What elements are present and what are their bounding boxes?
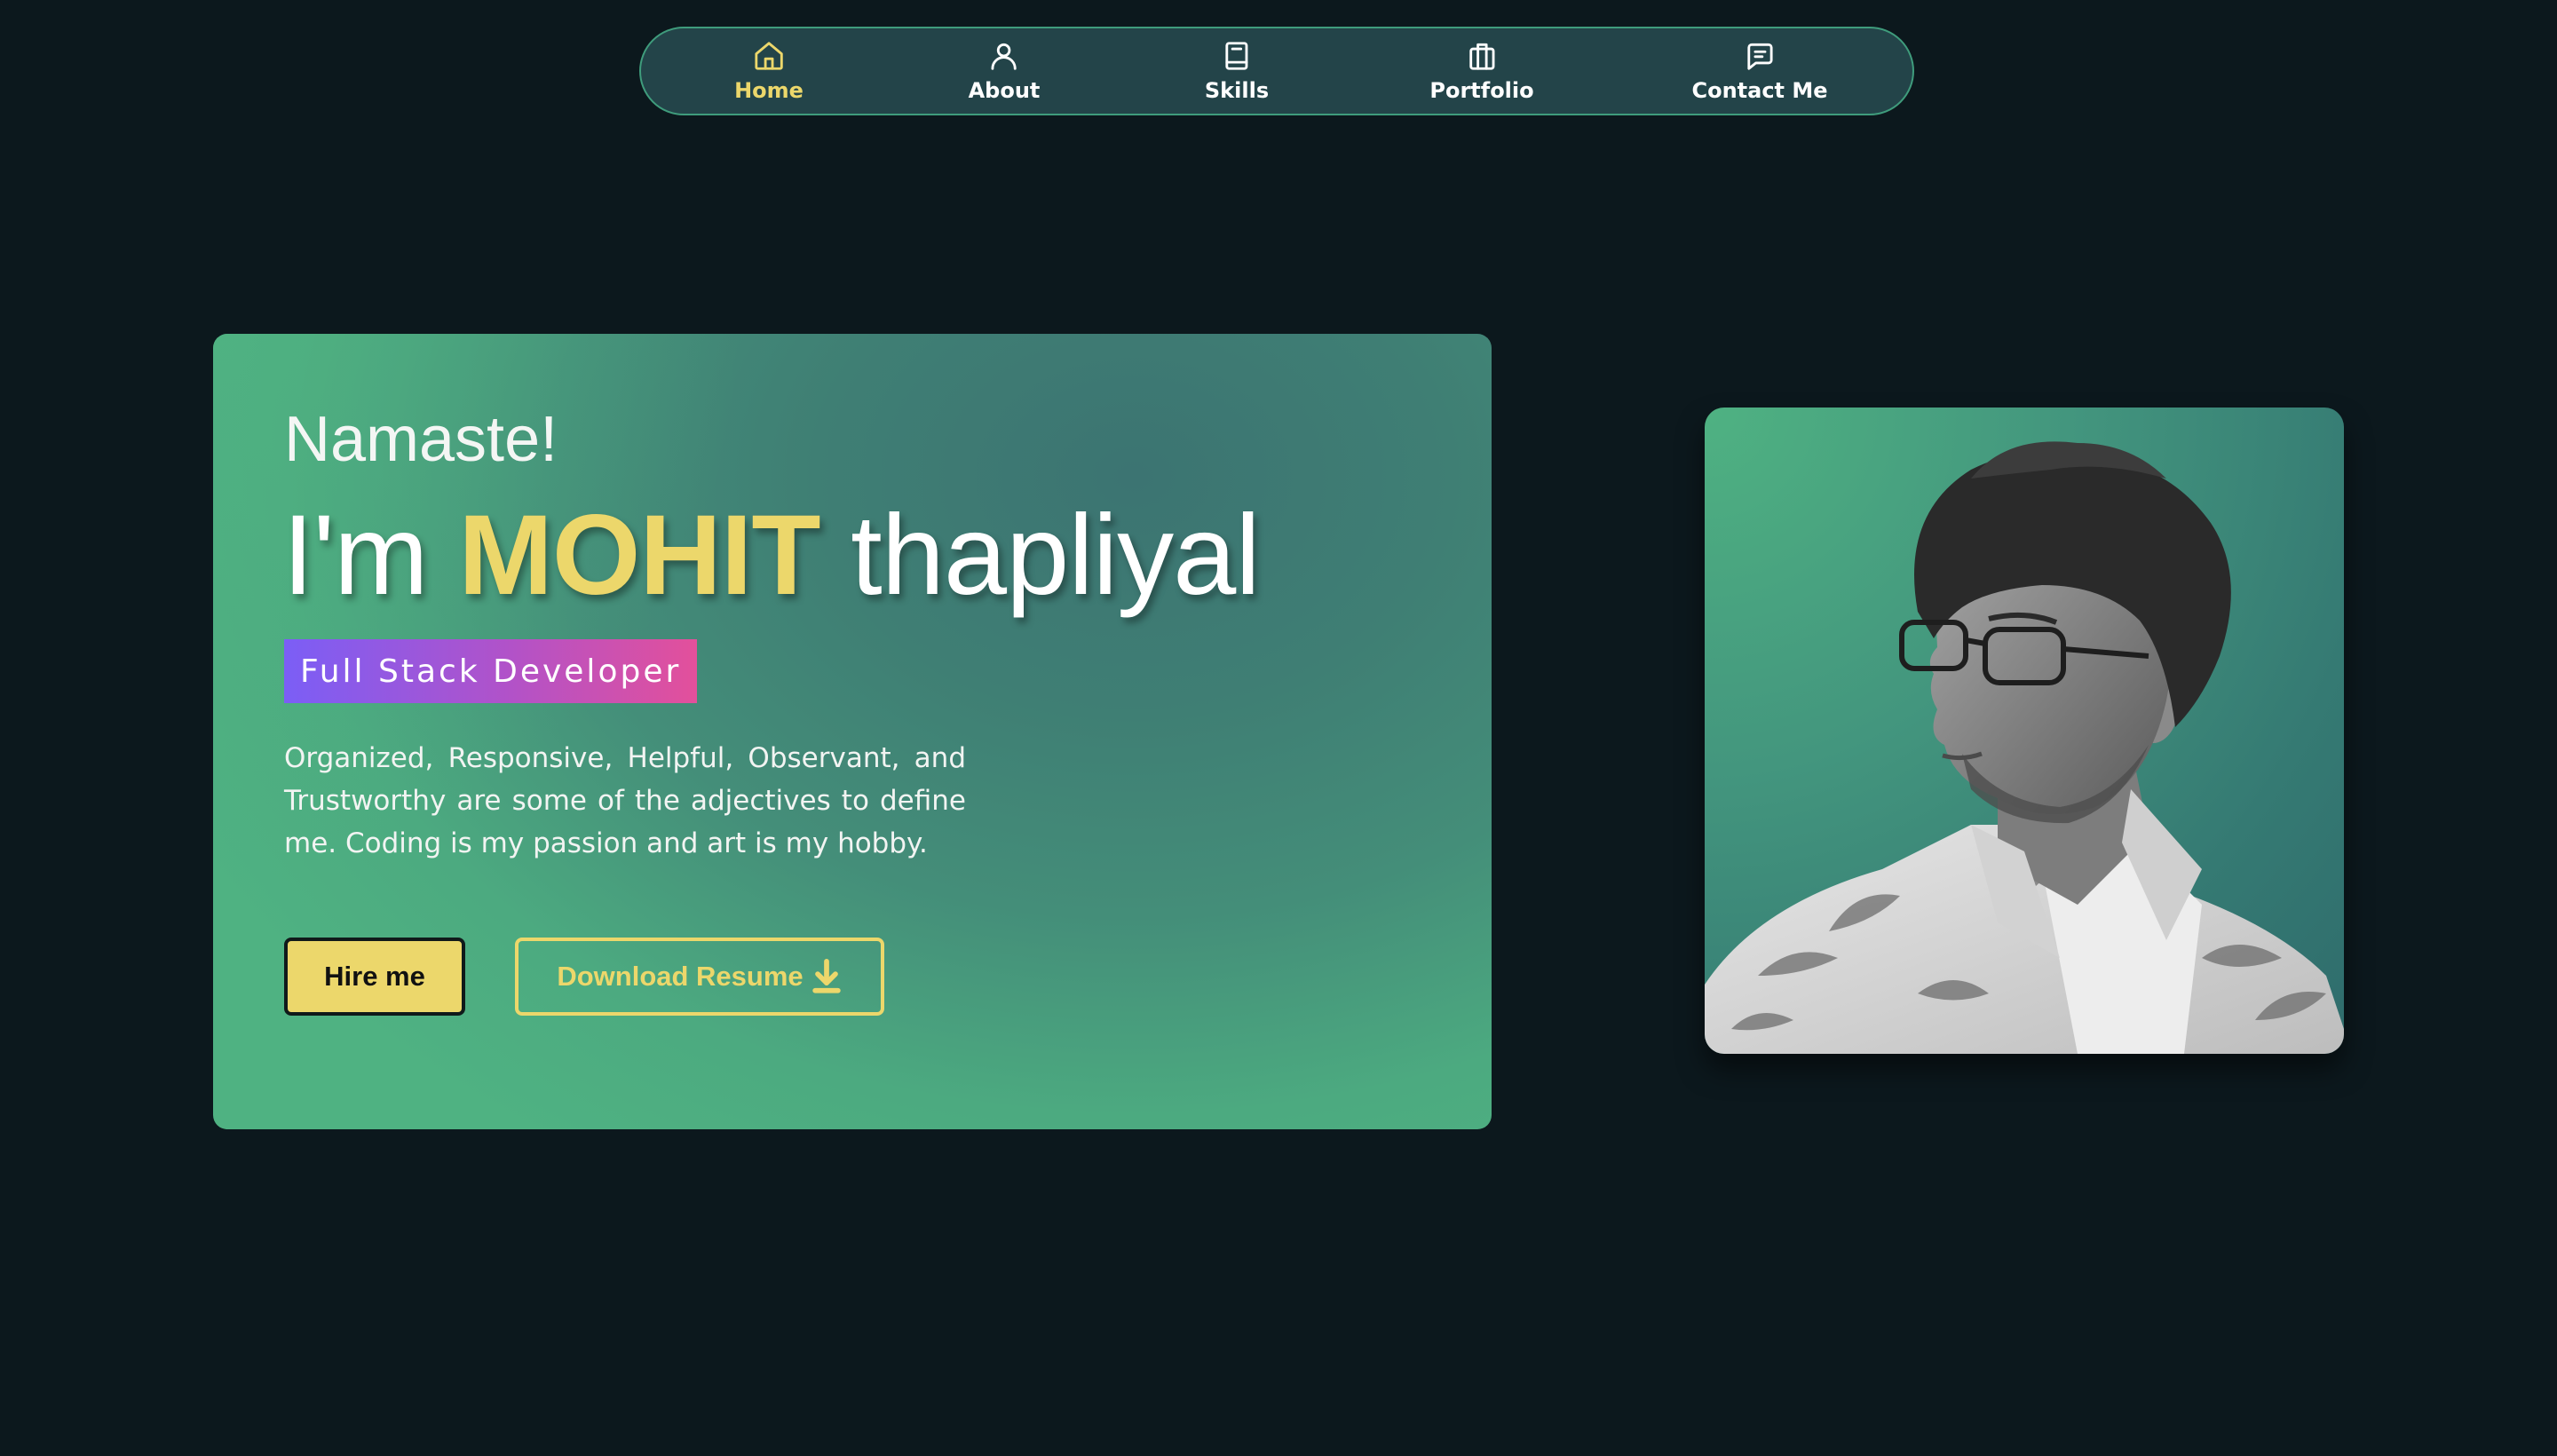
profile-photo (1705, 408, 2344, 1054)
nav-item-label: Contact Me (1691, 78, 1828, 103)
nav-item-label: About (968, 78, 1041, 103)
greeting-text: Namaste! (284, 404, 558, 475)
nav-item-portfolio[interactable]: Portfolio (1429, 39, 1534, 103)
top-nav: Home About Skills Portfolio Contact Me (639, 27, 1914, 115)
hire-me-button[interactable]: Hire me (284, 938, 465, 1016)
headline-prefix: I'm (282, 492, 429, 619)
bio-text: Organized, Responsive, Helpful, Observan… (284, 742, 966, 859)
role-badge: Full Stack Developer (284, 639, 698, 703)
name-last: thapliyal (851, 492, 1261, 619)
portrait-illustration (1705, 441, 2344, 1054)
nav-item-contact[interactable]: Contact Me (1691, 39, 1828, 103)
book-icon (1225, 42, 1248, 70)
download-resume-button[interactable]: Download Resume (515, 938, 884, 1016)
download-icon (811, 959, 841, 993)
nav-item-skills[interactable]: Skills (1205, 39, 1269, 103)
nav-item-label: Portfolio (1429, 78, 1534, 103)
hero-headline: I'm MOHIT thapliyal (282, 490, 1261, 621)
nav-item-label: Skills (1204, 78, 1270, 103)
download-resume-label: Download Resume (557, 961, 804, 992)
message-icon (1746, 43, 1773, 70)
home-icon (755, 42, 783, 70)
nav-item-about[interactable]: About (968, 39, 1041, 103)
name-first: MOHIT (458, 492, 820, 619)
briefcase-icon (1468, 43, 1495, 70)
nav-item-home[interactable]: Home (734, 39, 804, 103)
hire-me-label: Hire me (324, 961, 425, 992)
user-icon (991, 43, 1017, 70)
hero-card: Namaste! I'm MOHIT thapliyal Full Stack … (213, 334, 1492, 1129)
nav-item-label: Home (734, 78, 804, 103)
